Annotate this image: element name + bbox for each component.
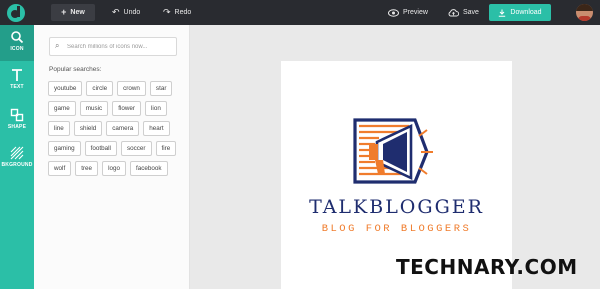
rail-item-shape[interactable]: SHAPE xyxy=(0,103,34,139)
redo-button[interactable]: ↷ Redo xyxy=(163,4,191,21)
preview-button[interactable]: Preview xyxy=(388,4,428,21)
undo-icon: ↶ xyxy=(112,7,120,17)
preview-label: Preview xyxy=(403,9,428,16)
app-logo-icon[interactable] xyxy=(6,3,26,23)
tag-line[interactable]: line xyxy=(48,121,70,136)
tag-shield[interactable]: shield xyxy=(73,121,103,136)
tag-facebook[interactable]: facebook xyxy=(129,161,168,176)
megaphone-emblem-icon[interactable] xyxy=(349,112,441,190)
tag-heart[interactable]: heart xyxy=(143,121,170,136)
download-label: Download xyxy=(510,9,542,16)
rail-item-text[interactable]: TEXT xyxy=(0,63,34,99)
tag-football[interactable]: football xyxy=(84,141,117,156)
icon-search-box: ⌕ xyxy=(49,37,177,56)
top-toolbar: + New ↶ Undo ↷ Redo Preview Save Downloa… xyxy=(0,0,600,25)
new-button[interactable]: + New xyxy=(51,4,95,21)
rail-item-label: BKGROUND xyxy=(1,162,33,168)
tag-youtube[interactable]: youtube xyxy=(48,81,83,96)
tag-music[interactable]: music xyxy=(79,101,109,116)
tool-rail: ICON TEXT SHAPE BKGROUND xyxy=(0,25,34,289)
tag-crown[interactable]: crown xyxy=(117,81,146,96)
rail-item-background[interactable]: BKGROUND xyxy=(0,141,34,177)
background-icon xyxy=(10,146,24,160)
undo-button[interactable]: ↶ Undo xyxy=(112,4,140,21)
tag-soccer[interactable]: soccer xyxy=(120,141,152,156)
download-button[interactable]: Download xyxy=(489,4,551,21)
undo-label: Undo xyxy=(123,9,141,16)
tag-circle[interactable]: circle xyxy=(86,81,114,96)
plus-icon: + xyxy=(61,7,67,17)
tag-flower[interactable]: flower xyxy=(112,101,142,116)
rail-item-label: ICON xyxy=(10,46,24,52)
redo-label: Redo xyxy=(174,9,192,16)
tag-star[interactable]: star xyxy=(149,81,173,96)
tag-tree[interactable]: tree xyxy=(75,161,99,176)
search-icon: ⌕ xyxy=(55,41,60,50)
new-label: New xyxy=(70,9,85,16)
tag-camera[interactable]: camera xyxy=(106,121,140,136)
rail-item-icon[interactable]: ICON xyxy=(0,25,34,61)
user-avatar[interactable] xyxy=(576,4,593,21)
logo-title-text[interactable]: TALKBLOGGER xyxy=(281,196,512,218)
icon-search-input[interactable] xyxy=(67,40,173,53)
tag-wolf[interactable]: wolf xyxy=(48,161,72,176)
search-icon xyxy=(11,31,24,44)
tag-fire[interactable]: fire xyxy=(155,141,177,156)
redo-icon: ↷ xyxy=(163,7,171,17)
tag-game[interactable]: game xyxy=(48,101,76,116)
text-icon xyxy=(12,69,22,81)
tag-logo[interactable]: logo xyxy=(102,161,126,176)
icon-panel: ⌕ Popular searches: youtube circle crown… xyxy=(34,25,190,289)
download-icon xyxy=(499,9,506,17)
shape-icon xyxy=(10,108,24,122)
tag-lion[interactable]: lion xyxy=(145,101,167,116)
popular-tags: youtube circle crown star game music flo… xyxy=(48,81,180,176)
save-button[interactable]: Save xyxy=(448,4,479,21)
logo-subtitle-text[interactable]: BLOG FOR BLOGGERS xyxy=(281,223,512,235)
watermark-text: TECHNARY.COM xyxy=(396,255,578,279)
save-label: Save xyxy=(463,9,479,16)
tag-gaming[interactable]: gaming xyxy=(48,141,81,156)
eye-icon xyxy=(388,8,399,17)
cloud-upload-icon xyxy=(448,8,459,16)
rail-item-label: SHAPE xyxy=(7,124,27,130)
popular-searches-title: Popular searches: xyxy=(49,66,102,73)
rail-item-label: TEXT xyxy=(10,84,24,90)
